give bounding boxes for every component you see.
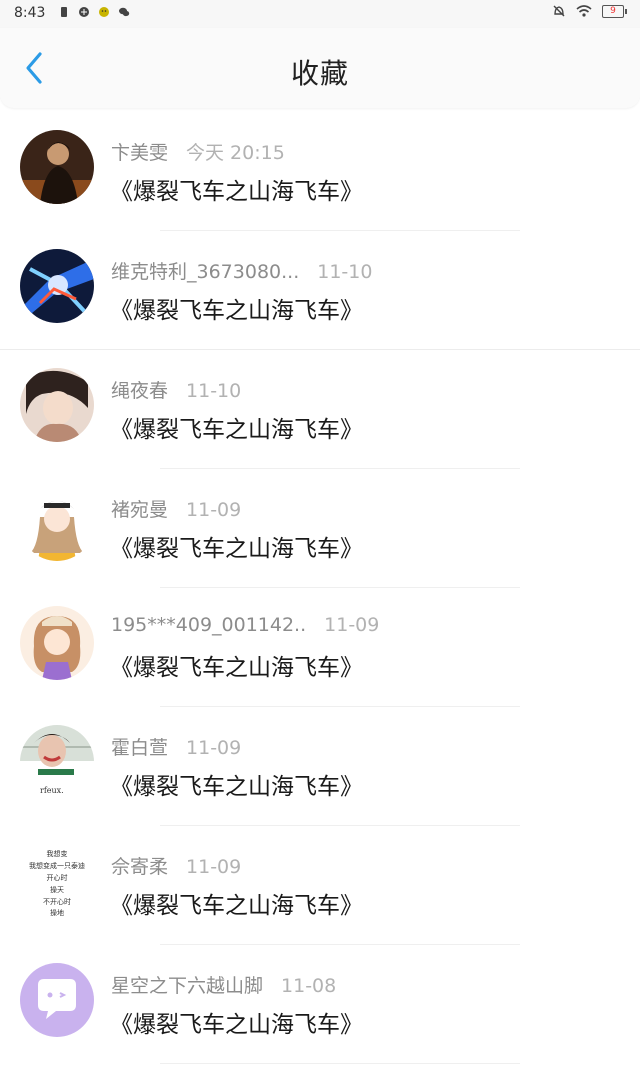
item-title: 《爆裂飞车之山海飞车》	[110, 893, 363, 919]
mute-notifications-icon	[553, 5, 565, 17]
list-item[interactable]: rfeux. 霍白萱 11-09 《爆裂飞车之山海飞车》	[0, 707, 640, 826]
item-date: 11-10	[317, 261, 373, 283]
list-item[interactable]: 星空之下六越山脚 11-08 《爆裂飞车之山海飞车》	[0, 945, 640, 1064]
avatar[interactable]	[20, 130, 94, 204]
avatar-text: 不开心时	[43, 897, 71, 906]
browser-icon	[79, 7, 89, 17]
item-title: 《爆裂飞车之山海飞车》	[110, 774, 363, 800]
battery-icon: 9	[602, 4, 627, 18]
svg-text:rfeux.: rfeux.	[40, 786, 64, 795]
avatar-text: 我想变	[47, 849, 68, 858]
user-name: 褚宛曼 11-09	[111, 499, 242, 521]
list-item[interactable]: 绳夜春 11-10 《爆裂飞车之山海飞车》	[0, 350, 640, 469]
user-name: 霍白萱 11-09	[111, 737, 242, 759]
sim-card-icon	[61, 7, 67, 17]
avatar[interactable]: 我想变 我想变成一只泰迪 开心时 操天 不开心时 操地	[20, 844, 94, 918]
list-item[interactable]: 褚宛曼 11-09 《爆裂飞车之山海飞车》	[0, 469, 640, 588]
user-name: 星空之下六越山脚 11-08	[111, 975, 337, 997]
item-title: 《爆裂飞车之山海飞车》	[110, 417, 363, 443]
item-date: 11-10	[186, 380, 242, 402]
avatar[interactable]	[20, 963, 94, 1037]
avatar-text: 操地	[50, 908, 64, 917]
page-title: 收藏	[290, 57, 349, 90]
user-name: 195***409_001142.. 11-09	[111, 614, 380, 636]
avatar[interactable]	[20, 368, 94, 442]
status-right: 9	[552, 4, 627, 18]
item-date: 11-08	[281, 975, 337, 997]
user-name: 维克特利_3673080... 11-10	[111, 261, 373, 283]
user-name: 卞美雯 今天 20:15	[111, 142, 285, 164]
wifi-icon	[576, 5, 592, 17]
user-name: 佘寄柔 11-09	[111, 856, 242, 878]
list-item[interactable]: 我想变 我想变成一只泰迪 开心时 操天 不开心时 操地 佘寄柔 11-09 《爆裂…	[0, 826, 640, 945]
avatar-text: 开心时	[47, 873, 68, 882]
item-title: 《爆裂飞车之山海飞车》	[110, 298, 363, 324]
avatar-text: 操天	[50, 885, 64, 894]
item-title: 《爆裂飞车之山海飞车》	[110, 1012, 363, 1038]
avatar[interactable]	[20, 606, 94, 680]
list-item[interactable]: 卞美雯 今天 20:15 《爆裂飞车之山海飞车》	[0, 112, 640, 231]
avatar[interactable]	[20, 487, 94, 561]
divider	[160, 1063, 520, 1064]
favorites-list: 卞美雯 今天 20:15 《爆裂飞车之山海飞车》 维克特利_3673080... 1…	[0, 112, 640, 1064]
item-title: 《爆裂飞车之山海飞车》	[110, 536, 363, 562]
item-title: 《爆裂飞车之山海飞车》	[110, 179, 363, 205]
list-item[interactable]: 195***409_001142.. 11-09 《爆裂飞车之山海飞车》	[0, 588, 640, 707]
notification-icons	[58, 6, 130, 18]
wechat-icon	[119, 7, 130, 17]
avatar-text: 我想变成一只泰迪	[29, 861, 85, 870]
avatar[interactable]	[20, 249, 94, 323]
item-date: 今天 20:15	[186, 142, 285, 164]
user-name: 绳夜春 11-10	[111, 380, 242, 402]
chat-bubble-icon	[20, 963, 94, 1037]
status-time: 8:43	[14, 5, 46, 21]
emoji-app-icon	[99, 7, 109, 17]
item-date: 11-09	[186, 856, 242, 878]
list-item[interactable]: 维克特利_3673080... 11-10 《爆裂飞车之山海飞车》	[0, 231, 640, 350]
app-header: 收藏	[0, 28, 640, 108]
item-date: 11-09	[186, 737, 242, 759]
item-title: 《爆裂飞车之山海飞车》	[110, 655, 363, 681]
item-date: 11-09	[186, 499, 242, 521]
status-bar: 8:43 9	[0, 0, 640, 28]
item-date: 11-09	[324, 614, 380, 636]
avatar[interactable]: rfeux.	[20, 725, 94, 799]
